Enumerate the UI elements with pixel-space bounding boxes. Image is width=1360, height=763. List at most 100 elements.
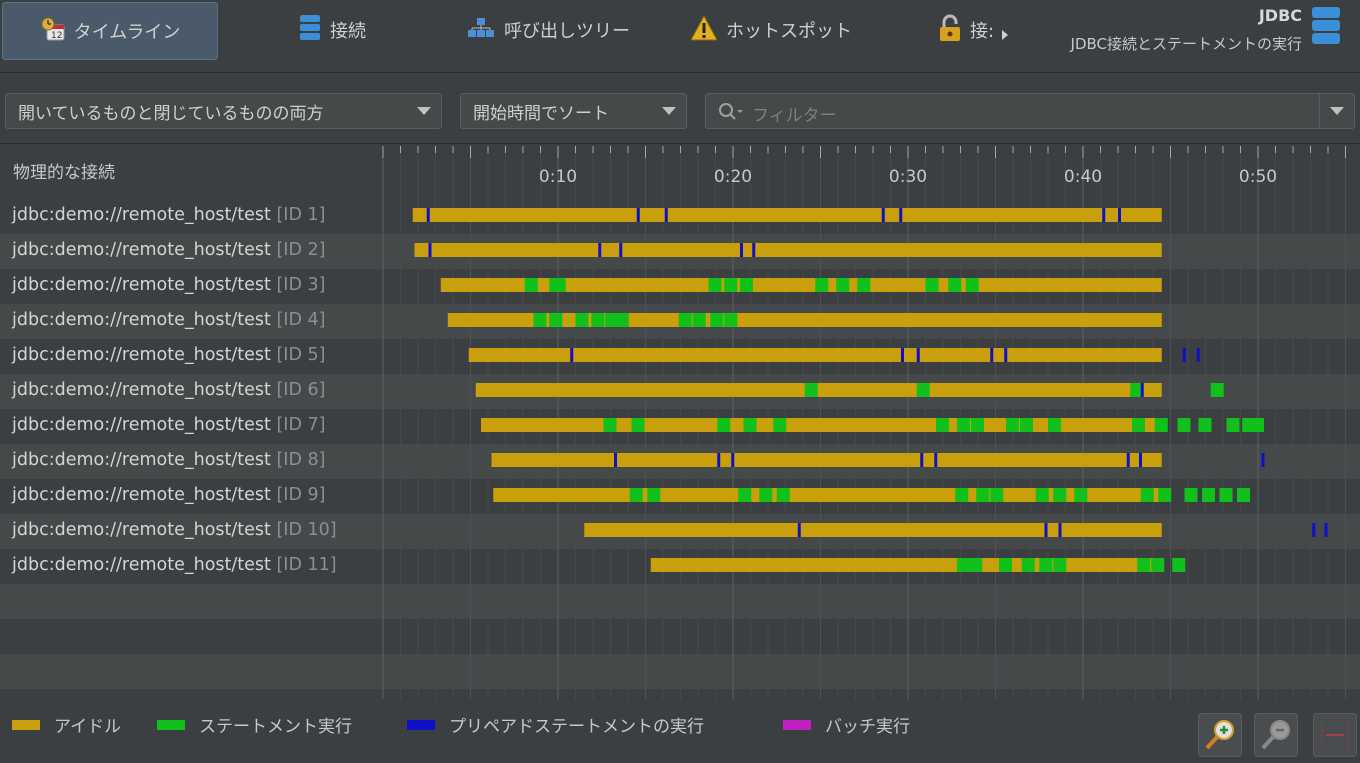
probe-title: JDBC bbox=[1258, 6, 1302, 25]
zoom-in-icon bbox=[1205, 720, 1234, 750]
statement-event bbox=[1006, 418, 1019, 432]
legend: アイドル ステートメント実行 プリペアドステートメントの実行 バッチ実行 bbox=[0, 700, 1180, 750]
chevron-down-icon bbox=[662, 107, 676, 115]
prepared-statement-event bbox=[1118, 208, 1121, 222]
statement-event bbox=[990, 488, 1004, 502]
chevron-down-icon[interactable] bbox=[1330, 107, 1344, 115]
statement-event bbox=[976, 488, 990, 502]
call-tree-icon bbox=[466, 16, 496, 45]
statement-event bbox=[615, 313, 629, 327]
statement-event bbox=[1172, 558, 1186, 572]
statement-event bbox=[1154, 418, 1168, 432]
prepared-statement-event bbox=[1004, 348, 1008, 362]
statement-event bbox=[1039, 558, 1053, 572]
tab-locks[interactable]: 接: bbox=[938, 2, 994, 58]
legend-label: プリペアドステートメントの実行 bbox=[449, 717, 704, 737]
statement-event bbox=[965, 278, 979, 292]
statement-event bbox=[1035, 488, 1049, 502]
legend-swatch bbox=[157, 719, 185, 730]
prepared-statement-event bbox=[899, 208, 903, 222]
statement-event bbox=[836, 278, 850, 292]
timeline-chart[interactable]: 0:10 0:20 0:30 0:40 0:50 bbox=[0, 144, 1360, 699]
filter-search-input[interactable]: フィルター bbox=[705, 93, 1355, 129]
tab-label: タイムライン bbox=[73, 22, 181, 43]
statement-event bbox=[1198, 418, 1212, 432]
statement-event bbox=[603, 418, 617, 432]
prepared-statement-event bbox=[598, 243, 602, 257]
prepared-statement-event bbox=[619, 243, 623, 257]
statement-event bbox=[552, 278, 566, 292]
zoom-out-icon bbox=[1261, 720, 1290, 750]
tab-hotspots[interactable]: ホットスポット bbox=[690, 2, 852, 58]
scope-dropdown[interactable]: 開いているものと閉じているものの両方 bbox=[5, 93, 442, 129]
fit-icon bbox=[1321, 722, 1349, 748]
prepared-statement-event bbox=[426, 208, 430, 222]
divider bbox=[1319, 94, 1320, 128]
tab-timeline[interactable]: 12 タイムライン bbox=[2, 2, 218, 60]
statement-event bbox=[1020, 418, 1033, 432]
idle-bar bbox=[412, 208, 1162, 222]
statement-event bbox=[1140, 488, 1154, 502]
statement-event bbox=[591, 313, 605, 327]
statement-event bbox=[575, 313, 589, 327]
tab-call-tree[interactable]: 呼び出しツリー bbox=[466, 2, 630, 58]
statement-event bbox=[936, 418, 949, 432]
statement-event bbox=[857, 278, 871, 292]
prepared-statement-event bbox=[1324, 523, 1328, 537]
prepared-statement-event bbox=[881, 208, 885, 222]
filter-bar: 開いているものと閉じているものの両方 開始時間でソート フィルター bbox=[0, 73, 1360, 143]
statement-event bbox=[724, 278, 738, 292]
fit-button[interactable] bbox=[1313, 713, 1357, 757]
statement-event bbox=[955, 488, 969, 502]
search-placeholder: フィルター bbox=[752, 106, 837, 126]
statement-event bbox=[1151, 558, 1165, 572]
legend-label: ステートメント実行 bbox=[199, 717, 352, 737]
probe-title-area: JDBC JDBC接続とステートメントの実行 bbox=[1071, 6, 1302, 54]
warning-icon bbox=[690, 14, 718, 46]
zoom-out-button[interactable] bbox=[1254, 713, 1298, 757]
prepared-statement-event bbox=[740, 243, 743, 257]
sort-value: 開始時間でソート bbox=[473, 103, 609, 124]
prepared-statement-event bbox=[731, 453, 735, 467]
tick-label: 0:30 bbox=[889, 167, 927, 187]
statement-event bbox=[1184, 488, 1198, 502]
statement-event bbox=[1177, 418, 1191, 432]
tab-label: 接: bbox=[970, 21, 995, 42]
prepared-statement-event bbox=[717, 453, 721, 467]
statement-event bbox=[916, 383, 930, 397]
statement-event bbox=[1048, 418, 1061, 432]
view-toolbar: 12 タイムライン 接続 呼び出しツリー ホットスポット 接: JDBC JDB… bbox=[0, 0, 1360, 73]
prepared-statement-event bbox=[1139, 453, 1142, 467]
tab-connections[interactable]: 接続 bbox=[298, 2, 366, 58]
statement-event bbox=[524, 278, 538, 292]
prepared-statement-event bbox=[920, 453, 924, 467]
statement-event bbox=[692, 313, 706, 327]
statement-event bbox=[549, 313, 563, 327]
zoom-in-button[interactable] bbox=[1198, 713, 1242, 757]
statement-event bbox=[776, 488, 790, 502]
tick-label: 0:20 bbox=[714, 167, 752, 187]
tick-label: 0:40 bbox=[1064, 167, 1102, 187]
statement-event bbox=[717, 418, 731, 432]
sort-dropdown[interactable]: 開始時間でソート bbox=[460, 93, 687, 129]
statement-event bbox=[1202, 488, 1215, 502]
prepared-statement-event bbox=[990, 348, 994, 362]
prepared-statement-event bbox=[570, 348, 574, 362]
legend-swatch bbox=[12, 719, 40, 730]
statement-event bbox=[1237, 488, 1250, 502]
prepared-statement-event bbox=[664, 208, 668, 222]
prepared-statement-event bbox=[1312, 523, 1316, 537]
idle-bar bbox=[491, 453, 1162, 467]
legend-item-idle: アイドル bbox=[12, 712, 121, 737]
prepared-statement-event bbox=[916, 348, 920, 362]
search-icon[interactable] bbox=[718, 102, 748, 126]
legend-label: アイドル bbox=[54, 717, 122, 737]
statement-event bbox=[969, 558, 983, 572]
statement-event bbox=[708, 278, 722, 292]
tick-label: 0:10 bbox=[539, 167, 577, 187]
prepared-statement-event bbox=[428, 243, 432, 257]
prepared-statement-event bbox=[1182, 348, 1186, 362]
chevron-right-icon[interactable] bbox=[1001, 26, 1009, 45]
legend-item-statement: ステートメント実行 bbox=[157, 712, 352, 737]
statement-event bbox=[1158, 488, 1172, 502]
